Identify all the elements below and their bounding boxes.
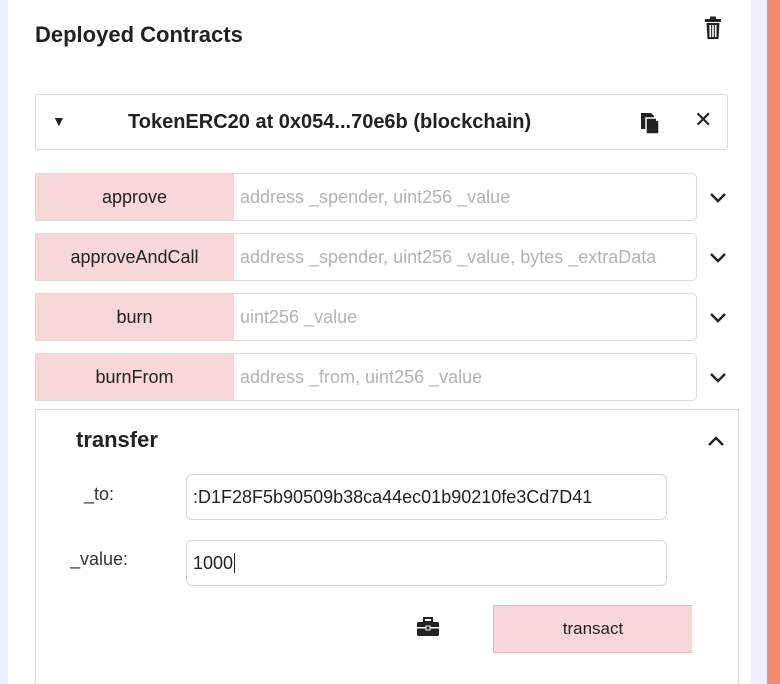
- burn-from-button[interactable]: burnFrom: [35, 353, 234, 401]
- approve-input[interactable]: address _spender, uint256 _value: [234, 173, 697, 221]
- burn-input[interactable]: uint256 _value: [234, 293, 697, 341]
- approve-and-call-input[interactable]: address _spender, uint256 _value, bytes …: [234, 233, 697, 281]
- transfer-title: transfer: [76, 427, 158, 452]
- text-cursor: [234, 553, 236, 573]
- close-icon[interactable]: ✕: [694, 107, 712, 133]
- to-field[interactable]: :D1F28F5b90509b38ca44ec01b90210fe3Cd7D41: [186, 474, 667, 520]
- chevron-down-icon[interactable]: [709, 312, 727, 324]
- approve-and-call-button[interactable]: approveAndCall: [35, 233, 234, 281]
- section-title: Deployed Contracts: [35, 22, 243, 47]
- chevron-up-icon[interactable]: [707, 435, 725, 447]
- trash-icon[interactable]: [702, 16, 724, 40]
- function-row-approveandcall: approveAndCall address _spender, uint256…: [35, 233, 697, 281]
- chevron-down-icon[interactable]: [709, 252, 727, 264]
- right-panel-edge: [751, 0, 767, 684]
- accent-strip: [767, 0, 780, 684]
- contract-instance-title: TokenERC20 at 0x054...70e6b (blockchain): [128, 111, 532, 133]
- approve-button[interactable]: approve: [35, 173, 234, 221]
- function-row-burn: burn uint256 _value: [35, 293, 697, 341]
- contract-instance-header: ▼ TokenERC20 at 0x054...70e6b (blockchai…: [35, 94, 728, 150]
- to-label: _to:: [84, 484, 115, 504]
- transact-button[interactable]: transact: [493, 605, 692, 653]
- burn-from-input[interactable]: address _from, uint256 _value: [234, 353, 697, 401]
- to-field-value: :D1F28F5b90509b38ca44ec01b90210fe3Cd7D41: [193, 486, 593, 507]
- value-field-value: 1000: [193, 552, 234, 573]
- caret-down-icon[interactable]: ▼: [52, 113, 66, 129]
- copy-icon[interactable]: [639, 111, 661, 135]
- value-field[interactable]: 1000: [186, 540, 667, 586]
- left-panel-edge: [0, 0, 8, 684]
- briefcase-icon[interactable]: [416, 617, 440, 637]
- function-row-burnfrom: burnFrom address _from, uint256 _value: [35, 353, 697, 401]
- burn-button[interactable]: burn: [35, 293, 234, 341]
- chevron-down-icon[interactable]: [709, 372, 727, 384]
- transfer-panel: transfer _to: :D1F28F5b90509b38ca44ec01b…: [35, 409, 739, 684]
- chevron-down-icon[interactable]: [709, 192, 727, 204]
- function-row-approve: approve address _spender, uint256 _value: [35, 173, 697, 221]
- value-label: _value:: [70, 549, 129, 569]
